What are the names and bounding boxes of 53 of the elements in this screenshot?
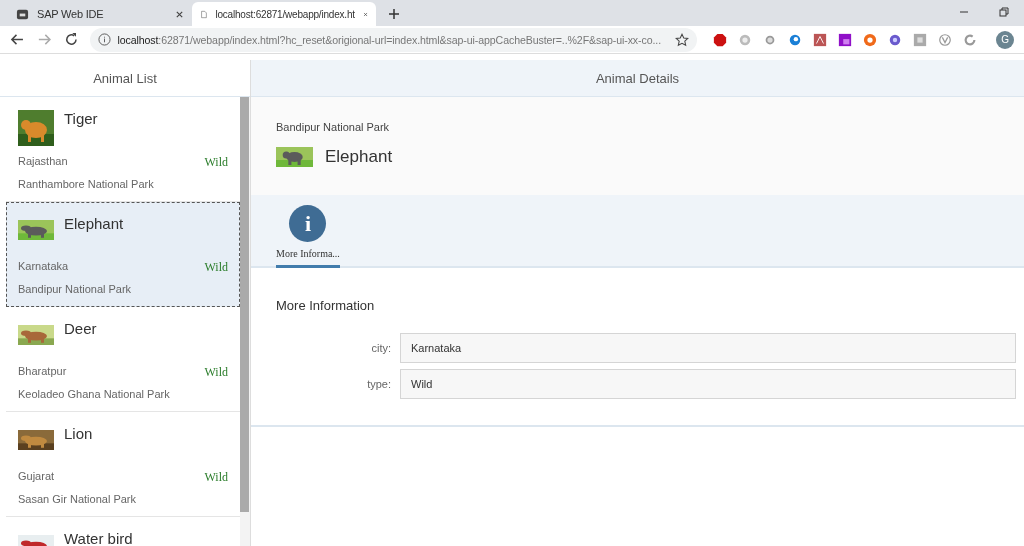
reload-icon[interactable] [63,32,79,47]
list-item[interactable]: Water bird [6,517,240,546]
globe-icon[interactable] [788,32,802,47]
app-icon [16,7,29,21]
profile-avatar[interactable]: G [996,30,1014,49]
item-city: Karnataka [18,260,69,274]
info-icon [98,33,112,46]
list-item[interactable]: Lion Gujarat Wild Sasan Gir National Park [6,412,240,517]
bookmark-star-icon[interactable] [675,32,689,47]
stop-sign-icon[interactable] [713,32,727,47]
address-field[interactable]: localhost:62871/webapp/index.html?hc_reset&origional-url=index.html&sap-ui-appCacheBuster=..%2F&sap-ui-xx-co... [90,27,697,52]
lifebuoy-icon[interactable] [863,32,877,47]
item-title: Water bird [64,530,133,546]
item-title: Deer [64,320,97,337]
restore-icon[interactable] [998,6,1010,18]
object-subtitle: Bandipur National Park [276,121,391,133]
section-title: More Information [276,298,376,313]
item-park: Keoladeo Ghana National Park [18,388,171,400]
item-city: Gujarat [18,470,55,484]
item-type: Wild [204,155,228,170]
list-item[interactable]: Elephant Karnataka Wild Bandipur National Park [6,202,240,307]
browser-tab[interactable]: SAP Web IDE [8,2,192,26]
pdf-icon[interactable] [813,32,827,47]
item-title: Elephant [64,215,124,232]
close-icon[interactable] [175,9,184,19]
item-park: Bandipur National Park [18,283,133,295]
forward-icon[interactable] [36,32,52,47]
back-icon[interactable] [10,32,25,47]
icon-tab[interactable]: i More Informa... [276,205,340,268]
object-title: Elephant [325,147,393,167]
list-item[interactable]: Deer Bharatpur Wild Keoladeo Ghana National Park [6,307,240,412]
field-label: city: [370,342,391,354]
item-type: Wild [204,365,228,380]
refresh-icon[interactable] [963,32,977,47]
v-circle-icon[interactable] [938,32,952,47]
item-type: Wild [204,470,228,485]
circle-icon[interactable] [888,32,902,47]
field-label: type: [366,378,391,390]
display-field: Karnataka [400,333,1016,363]
item-title: Lion [64,425,93,442]
pane-title: Animal List [93,70,157,86]
item-park: Sasan Gir National Park [18,493,137,505]
item-city: Rajasthan [18,155,68,169]
square-icon[interactable] [838,32,852,47]
item-city: Bharatpur [18,365,67,379]
new-tab-icon[interactable] [388,8,400,20]
item-park: Ranthambore National Park [18,178,155,190]
browser-tab[interactable]: localhost:62871/webapp/index.ht [192,2,376,26]
item-title: Tiger [64,110,98,127]
pane-title: Animal Details [595,70,680,86]
display-field: Wild [400,369,1016,399]
item-type: Wild [204,260,228,275]
info-icon: i [289,205,327,242]
